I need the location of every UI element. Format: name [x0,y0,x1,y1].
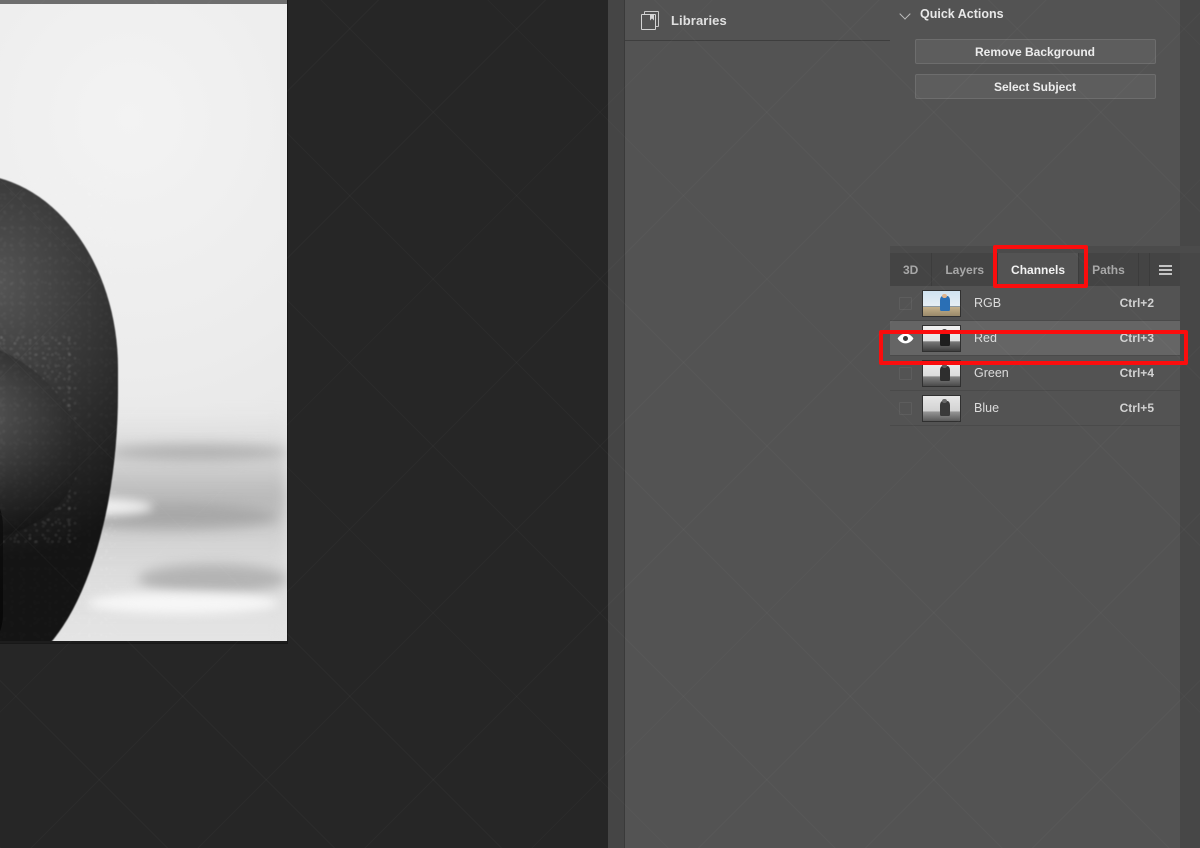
channel-row-green[interactable]: Green Ctrl+4 [890,356,1180,391]
channels-tab-bar: 3D Layers Channels Paths [890,253,1180,286]
hamburger-menu-icon[interactable] [1150,253,1180,286]
libraries-dock: Libraries [608,0,890,848]
channel-thumbnail-red [922,324,961,352]
eye-visible-icon [897,333,913,343]
visibility-empty-icon [898,366,912,380]
visibility-empty-icon [898,401,912,415]
photo-landscape-streak [138,564,287,594]
channel-shortcut-blue: Ctrl+5 [1119,401,1154,415]
libraries-panel-body[interactable] [625,42,890,848]
channel-name-rgb: RGB [974,296,1002,310]
channel-name-green: Green [974,366,1009,380]
canvas-workspace[interactable] [0,0,608,848]
channels-scroll-gutter[interactable] [1180,253,1200,848]
tab-bar-filler [1138,253,1150,286]
libraries-tab-label: Libraries [671,12,727,28]
channel-row-blue[interactable]: Blue Ctrl+5 [890,391,1180,426]
select-subject-button[interactable]: Select Subject [914,74,1156,99]
tab-channels[interactable]: Channels [998,253,1080,286]
visibility-toggle-rgb[interactable] [890,286,920,321]
tab-libraries[interactable]: Libraries [625,0,727,41]
quick-actions-title: Quick Actions [920,7,1004,21]
tab-paths[interactable]: Paths [1079,253,1139,286]
channel-shortcut-red: Ctrl+3 [1119,331,1154,345]
channel-shortcut-green: Ctrl+4 [1119,366,1154,380]
dock-rail-strip [608,0,625,848]
remove-background-button[interactable]: Remove Background [914,39,1156,64]
tab-layers[interactable]: Layers [932,253,999,286]
channel-name-red: Red [974,331,997,345]
visibility-toggle-blue[interactable] [890,391,920,426]
quick-actions-header[interactable]: Quick Actions [890,0,1180,28]
document-image[interactable] [0,4,287,641]
channel-row-red[interactable]: Red Ctrl+3 [890,321,1180,356]
properties-panel: Quick Actions Remove Background Select S… [890,0,1180,246]
channels-list: RGB Ctrl+2 Red Ctrl+3 Green Ctrl+4 Blue … [890,286,1180,426]
channel-thumbnail-green [922,359,961,387]
visibility-toggle-red[interactable] [890,321,920,356]
tab-3d[interactable]: 3D [890,253,933,286]
libraries-tab-bar: Libraries [625,0,890,41]
channel-name-blue: Blue [974,401,1000,415]
channel-shortcut-rgb: Ctrl+2 [1119,296,1154,310]
channel-thumbnail-blue [922,394,961,422]
libraries-book-icon [641,10,660,30]
channel-row-rgb[interactable]: RGB Ctrl+2 [890,286,1180,321]
visibility-empty-icon [898,296,912,310]
right-dock: Quick Actions Remove Background Select S… [890,0,1200,848]
channel-thumbnail-rgb [922,289,961,317]
properties-scroll-gutter[interactable] [1180,0,1200,246]
visibility-toggle-green[interactable] [890,356,920,391]
chevron-down-icon[interactable] [900,9,911,20]
document-window[interactable] [0,0,287,643]
photo-figure-arm [0,334,78,544]
channels-panel: 3D Layers Channels Paths RGB Ctrl+2 Red … [890,253,1180,848]
photo-landscape-streak [108,444,287,460]
photoshop-window: Libraries Quick Actions Remove Backgroun… [0,0,1200,848]
photo-wool-texture [0,334,78,544]
